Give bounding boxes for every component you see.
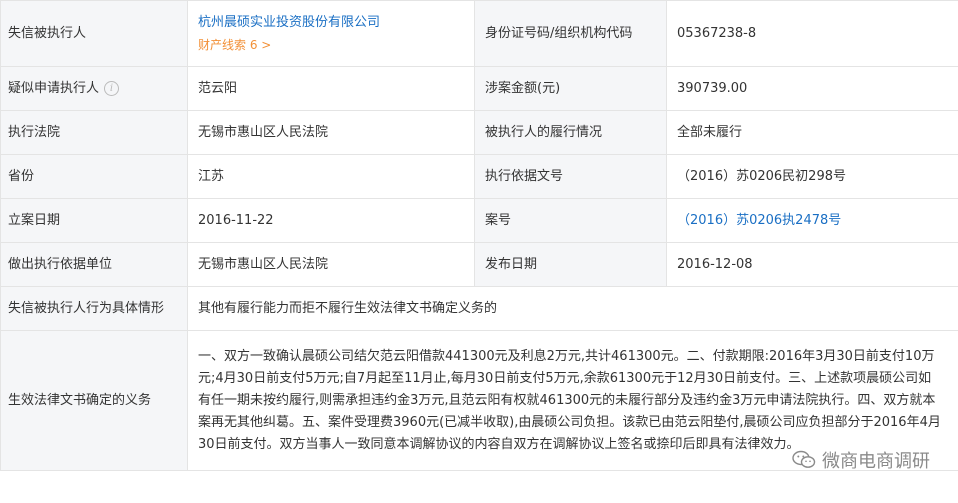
label-behavior: 失信被执行人行为具体情形: [0, 286, 188, 331]
case-no-link-cell: （2016）苏0206执2478号: [666, 198, 958, 243]
court-value: 无锡市惠山区人民法院: [187, 110, 475, 155]
watermark: 微商电商调研: [792, 447, 930, 473]
label-id-code: 身份证号码/组织机构代码: [474, 0, 667, 67]
table-row: 立案日期 2016-11-22 案号 （2016）苏0206执2478号: [0, 198, 958, 243]
label-basis-unit: 做出执行依据单位: [0, 242, 188, 287]
table-row: 失信被执行人 杭州晨硕实业投资股份有限公司 财产线索 6 > 身份证号码/组织机…: [0, 0, 958, 67]
property-clues-link[interactable]: 财产线索 6 >: [198, 34, 464, 56]
amount-value: 390739.00: [666, 66, 958, 111]
label-province: 省份: [0, 154, 188, 199]
applicant-value: 范云阳: [187, 66, 475, 111]
label-court: 执行法院: [0, 110, 188, 155]
table-row: 做出执行依据单位 无锡市惠山区人民法院 发布日期 2016-12-08: [0, 242, 958, 287]
table-row: 执行法院 无锡市惠山区人民法院 被执行人的履行情况 全部未履行: [0, 110, 958, 155]
filing-date-value: 2016-11-22: [187, 198, 475, 243]
company-cell: 杭州晨硕实业投资股份有限公司 财产线索 6 >: [187, 0, 475, 67]
company-link[interactable]: 杭州晨硕实业投资股份有限公司: [198, 12, 464, 34]
id-code-value: 05367238-8: [666, 0, 958, 67]
behavior-value: 其他有履行能力而拒不履行生效法律文书确定义务的: [187, 286, 958, 331]
label-performance: 被执行人的履行情况: [474, 110, 667, 155]
case-no-link[interactable]: （2016）苏0206执2478号: [677, 213, 841, 228]
label-applicant: 疑似申请执行人: [8, 80, 100, 96]
publish-date-value: 2016-12-08: [666, 242, 958, 287]
label-filing-date: 立案日期: [0, 198, 188, 243]
table-row: 疑似申请执行人 i 范云阳 涉案金额(元) 390739.00: [0, 66, 958, 111]
table-row: 省份 江苏 执行依据文号 （2016）苏0206民初298号: [0, 154, 958, 199]
watermark-text: 微商电商调研: [822, 451, 930, 472]
province-value: 江苏: [187, 154, 475, 199]
basis-doc-no-value: （2016）苏0206民初298号: [666, 154, 958, 199]
label-publish-date: 发布日期: [474, 242, 667, 287]
label-obligation: 生效法律文书确定的义务: [0, 330, 188, 471]
label-basis-doc-no: 执行依据文号: [474, 154, 667, 199]
basis-unit-value: 无锡市惠山区人民法院: [187, 242, 475, 287]
label-amount: 涉案金额(元): [474, 66, 667, 111]
info-icon[interactable]: i: [104, 80, 120, 96]
wechat-icon: [792, 450, 816, 468]
executee-info-table: 失信被执行人 杭州晨硕实业投资股份有限公司 财产线索 6 > 身份证号码/组织机…: [0, 0, 958, 471]
table-row: 失信被执行人行为具体情形 其他有履行能力而拒不履行生效法律文书确定义务的: [0, 286, 958, 331]
label-applicant-cell: 疑似申请执行人 i: [0, 66, 188, 111]
label-dishonest-executee: 失信被执行人: [0, 0, 188, 67]
label-case-no: 案号: [474, 198, 667, 243]
performance-value: 全部未履行: [666, 110, 958, 155]
